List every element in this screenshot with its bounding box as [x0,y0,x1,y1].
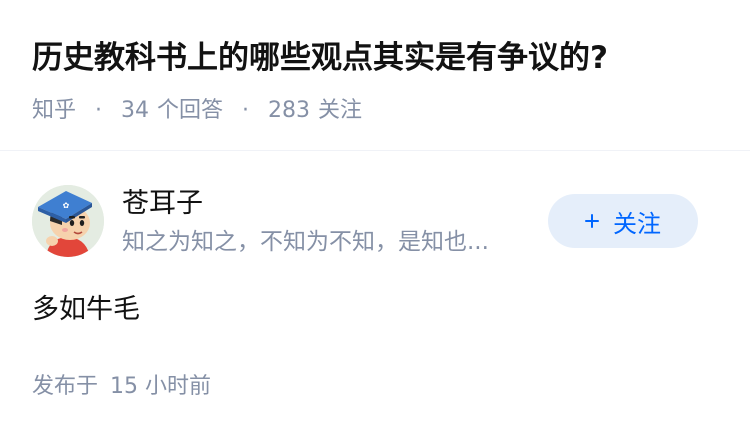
answer-count-label: 个回答 [157,98,224,123]
follow-button[interactable]: 关注 [548,194,698,248]
meta-separator: · [95,98,103,123]
follow-button-label: 关注 [613,209,661,238]
svg-text:✿: ✿ [63,201,70,210]
follower-count-label: 关注 [318,98,363,123]
section-divider [0,150,750,151]
plus-icon [585,214,599,228]
question-meta: 知乎 · 34 个回答 · 283 关注 [32,96,362,126]
answer-count: 34 [121,98,150,123]
publish-info: 发布于 15 小时前 [32,371,211,403]
answer-author-card: ✿ 苍耳子 知之为知之，不知为不知，是知也... 关注 [32,185,718,261]
meta-separator: · [242,98,250,123]
cartoon-avatar-icon[interactable]: ✿ [32,185,104,257]
follower-count: 283 [268,98,311,123]
question-title[interactable]: 历史教科书上的哪些观点其实是有争议的? [32,36,608,80]
author-name[interactable]: 苍耳子 [122,185,203,223]
author-bio: 知之为知之，不知为不知，是知也... [122,229,489,255]
published-time: 15 小时前 [110,374,212,399]
answer-content[interactable]: 多如牛毛 [32,291,140,329]
published-label: 发布于 [32,374,99,399]
source-label[interactable]: 知乎 [32,98,76,123]
